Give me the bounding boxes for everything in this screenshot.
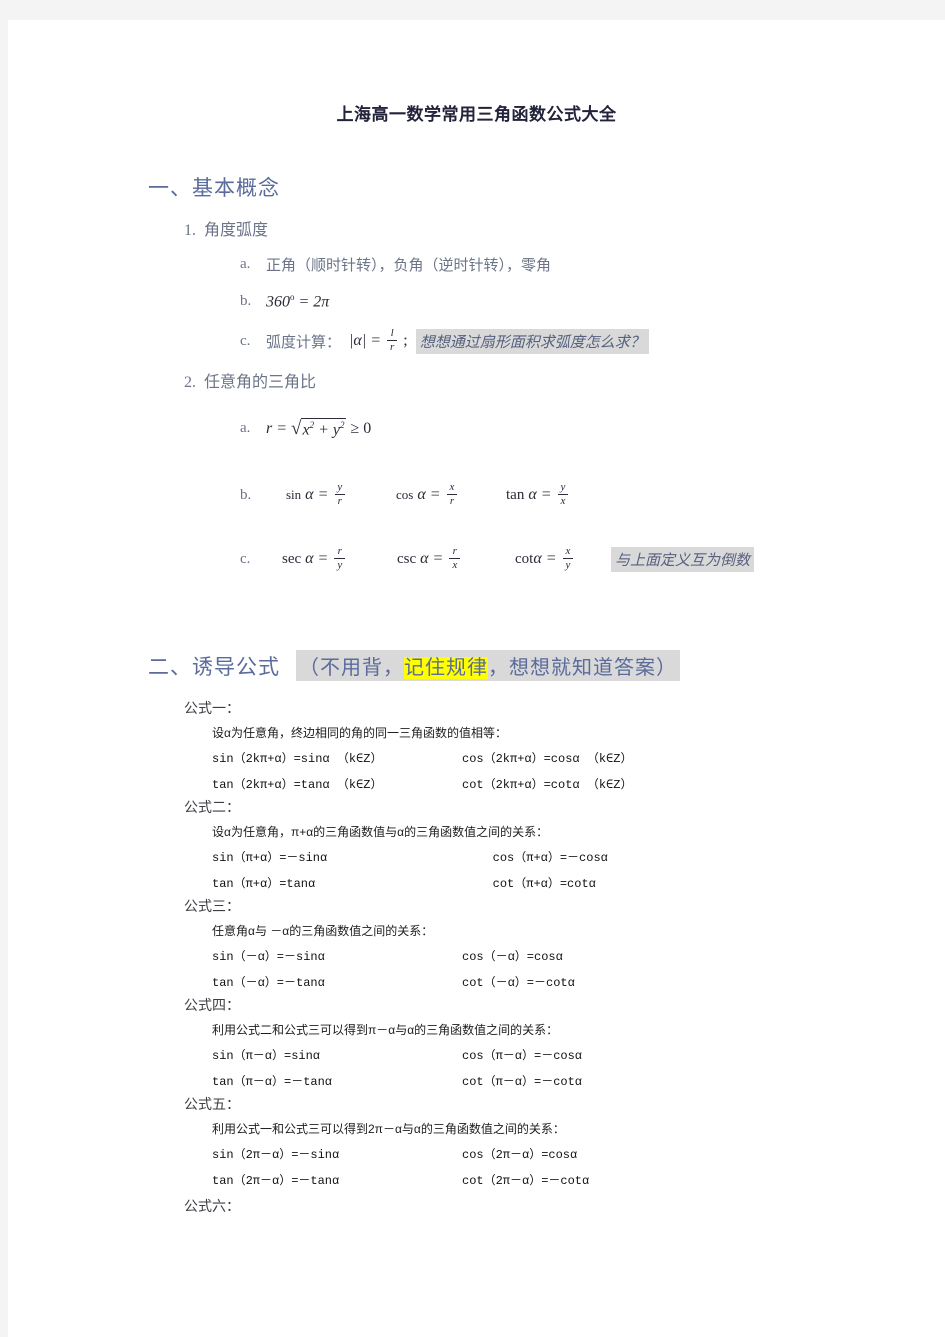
list-item-1a-text: 正角（顺时针转），负角（逆时针转），零角 xyxy=(266,258,552,274)
list-item-1a-letter: a. xyxy=(240,256,251,272)
list-item-2a: a. r = √ x2 + y2 ≥ 0 xyxy=(240,418,371,439)
annotation-reciprocal: 与上面定义互为倒数 xyxy=(611,546,755,572)
list-item-2c: c. sec α = ry csc α = rx cotα = xy 与上面定义… xyxy=(240,545,755,572)
formula-radius: r = √ x2 + y2 ≥ 0 xyxy=(266,418,372,439)
list-item-2-number: 2. xyxy=(184,374,196,391)
formula-group-5-row-2: tan（2π－α）=－tanα cot（2π－α）=－cotα xyxy=(212,1171,812,1188)
formula-group-5-desc: 利用公式一和公式三可以得到2π－α与α的三角函数值之间的关系： xyxy=(212,1122,565,1136)
formula-sec-alpha: sec α = ry xyxy=(282,545,397,572)
section-2-heading-text: 二、诱导公式 xyxy=(148,656,280,679)
list-item-2-label: 任意角的三角比 xyxy=(204,374,317,391)
formula-tan-alpha: tan α = yx xyxy=(506,481,616,508)
formula-tan-pi-minus-alpha: tan（π－α）=－tanα xyxy=(212,1075,333,1089)
annotation-sector-area: 想想通过扇形面积求弧度怎么求？ xyxy=(415,328,649,354)
page-title: 上海高一数学常用三角函数公式大全 xyxy=(336,105,617,124)
formula-cot-2pi-minus-alpha: cot（2π－α）=－cotα xyxy=(462,1174,590,1188)
section-2-note: （不用背，记住规律，想想就知道答案） xyxy=(296,650,680,681)
formula-sin-2pi-minus-alpha: sin（2π－α）=－sinα xyxy=(212,1148,340,1162)
formula-tan-minus-alpha: tan（－α）=－tanα xyxy=(212,976,325,990)
formula-cot-pi-minus-alpha: cot（π－α）=－cotα xyxy=(462,1075,583,1089)
list-item-2: 2. 任意角的三角比 xyxy=(184,368,316,392)
formula-sin-minus-alpha: sin（－α）=－sinα xyxy=(212,950,325,964)
formula-sin-pi-minus-alpha: sin（π－α）=sinα xyxy=(212,1049,321,1063)
formula-tan-pi-plus-alpha: tan（π+α）=tanα xyxy=(212,877,316,891)
formula-group-1-row-1: sin（2kπ+α）=sinα （k∈Z） cos（2kπ+α）=cosα （k… xyxy=(212,749,812,766)
formula-group-4-row-1: sin（π－α）=sinα cos（π－α）=－cosα xyxy=(212,1046,812,1063)
formula-group-4-row-2: tan（π－α）=－tanα cot（π－α）=－cotα xyxy=(212,1072,812,1089)
list-item-2c-letter: c. xyxy=(240,550,251,567)
formula-group-2-row-1: sin（π+α）=－sinα cos（π+α）=－cosα xyxy=(212,848,812,865)
list-item-1a: a. 正角（顺时针转），负角（逆时针转），零角 xyxy=(240,254,551,275)
list-item-1c: c. 弧度计算： |α| = lr ; 想想通过扇形面积求弧度怎么求？ xyxy=(240,327,649,354)
formula-sin-pi-plus-alpha: sin（π+α）=－sinα xyxy=(212,851,328,865)
formula-sin-alpha: sin α = yr xyxy=(286,481,396,508)
formula-group-2-row-2: tan（π+α）=tanα cot（π+α）=cotα xyxy=(212,874,812,891)
formula-group-3-row-2: tan（－α）=－tanα cot（－α）=－cotα xyxy=(212,973,812,990)
section-1-heading-text: 一、基本概念 xyxy=(148,177,280,200)
formula-cos-2pi-minus-alpha: cos（2π－α）=cosα xyxy=(462,1148,578,1162)
list-item-1: 1. 角度弧度 xyxy=(184,216,268,240)
formula-tan-2pi-minus-alpha: tan（2π－α）=－tanα xyxy=(212,1174,340,1188)
formula-group-1-row-2: tan（2kπ+α）=tanα （k∈Z） cot（2kπ+α）=cotα （k… xyxy=(212,775,812,792)
list-item-1b-letter: b. xyxy=(240,293,252,310)
formula-360-equals-2pi: 360o = 2π xyxy=(266,292,330,311)
formula-group-4-label: 公式四： xyxy=(184,997,240,1013)
formula-group-5-label: 公式五： xyxy=(184,1096,240,1112)
formula-group-3-desc: 任意角α与 －α的三角函数值之间的关系： xyxy=(212,924,434,938)
list-item-1-number: 1. xyxy=(184,222,196,239)
formula-cot-2kpi-plus-alpha: cot（2kπ+α）=cotα （k∈Z） xyxy=(462,778,633,792)
formula-tan-2kpi-plus-alpha: tan（2kπ+α）=tanα （k∈Z） xyxy=(212,778,383,792)
formula-group-6-label: 公式六： xyxy=(184,1198,240,1214)
section-2-note-highlight: 记住规律 xyxy=(404,657,488,679)
formula-group-3-row-1: sin（－α）=－sinα cos（－α）=cosα xyxy=(212,947,812,964)
formula-cot-minus-alpha: cot（－α）=－cotα xyxy=(462,976,575,990)
formula-group-5-row-1: sin（2π－α）=－sinα cos（2π－α）=cosα xyxy=(212,1145,812,1162)
formula-cos-pi-plus-alpha: cos（π+α）=－cosα xyxy=(492,851,608,865)
list-item-2a-letter: a. xyxy=(240,420,251,437)
list-item-2b-letter: b. xyxy=(240,486,252,503)
section-2-note-suffix: ，想想就知道答案） xyxy=(488,657,677,679)
list-item-1c-text: 弧度计算： xyxy=(266,334,342,351)
formula-cot-alpha: cotα = xy xyxy=(515,545,611,572)
formula-sin-2kpi-plus-alpha: sin（2kπ+α）=sinα （k∈Z） xyxy=(212,752,383,766)
formula-cot-pi-plus-alpha: cot（π+α）=cotα xyxy=(492,877,596,891)
document-page: 上海高一数学常用三角函数公式大全 一、基本概念 1. 角度弧度 a. 正角（顺时针… xyxy=(8,20,945,1337)
list-item-2b: b. sin α = yr cos α = xr tan α = yx xyxy=(240,481,616,508)
formula-group-2-label: 公式二： xyxy=(184,799,240,815)
formula-group-2-desc: 设α为任意角，π+α的三角函数值与α的三角函数值之间的关系： xyxy=(212,825,549,839)
formula-cos-alpha: cos α = xr xyxy=(396,481,506,508)
formula-csc-alpha: csc α = rx xyxy=(397,545,515,572)
section-2-note-prefix: （不用背， xyxy=(299,657,404,679)
formula-cos-minus-alpha: cos（－α）=cosα xyxy=(462,950,563,964)
formula-group-1-label: 公式一： xyxy=(184,700,240,716)
formula-radian-measure: |α| = lr ; xyxy=(349,327,408,353)
formula-group-4-desc: 利用公式二和公式三可以得到π－α与α的三角函数值之间的关系： xyxy=(212,1023,559,1037)
formula-group-1-desc: 设α为任意角，终边相同的角的同一三角函数的值相等： xyxy=(212,726,507,740)
section-2-heading: 二、诱导公式 （不用背，记住规律，想想就知道答案） xyxy=(148,650,680,681)
list-item-1b: b. 360o = 2π xyxy=(240,292,329,311)
formula-group-3-label: 公式三： xyxy=(184,898,240,914)
formula-cos-pi-minus-alpha: cos（π－α）=－cosα xyxy=(462,1049,583,1063)
formula-cos-2kpi-plus-alpha: cos（2kπ+α）=cosα （k∈Z） xyxy=(462,752,633,766)
list-item-1c-letter: c. xyxy=(240,332,251,349)
list-item-1-label: 角度弧度 xyxy=(204,222,269,239)
section-1-heading: 一、基本概念 xyxy=(148,172,280,202)
